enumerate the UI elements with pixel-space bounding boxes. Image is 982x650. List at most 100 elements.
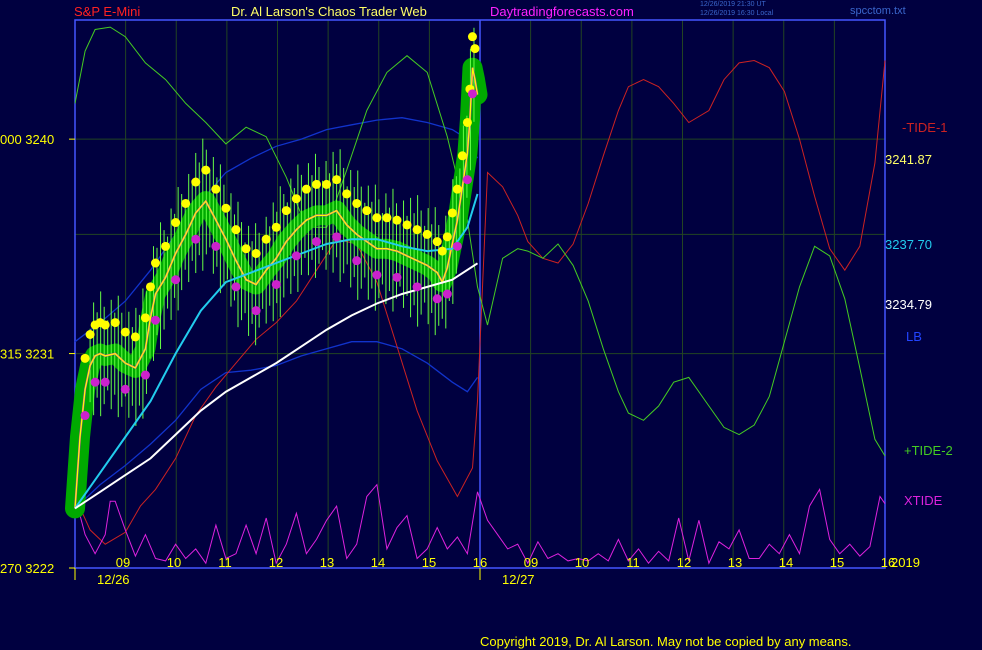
swing-low-dot bbox=[392, 272, 402, 282]
swing-low-dot bbox=[120, 384, 130, 394]
chart-title: Dr. Al Larson's Chaos Trader Web bbox=[231, 4, 427, 19]
site-link[interactable]: Daytradingforecasts.com bbox=[490, 4, 634, 19]
swing-low-dot bbox=[231, 282, 241, 292]
x-tick-label: 16 bbox=[473, 555, 487, 570]
swing-high-dot bbox=[251, 248, 261, 258]
right-label: LB bbox=[906, 329, 922, 344]
x-tick-label: 09 bbox=[116, 555, 130, 570]
swing-high-dot bbox=[161, 241, 171, 251]
swing-high-dot bbox=[231, 225, 241, 235]
x-year-label: 2019 bbox=[891, 555, 920, 570]
swing-high-dot bbox=[467, 32, 477, 42]
swing-high-dot bbox=[241, 244, 251, 254]
swing-high-dot bbox=[412, 225, 422, 235]
swing-high-dot bbox=[382, 213, 392, 223]
right-label: -TIDE-1 bbox=[902, 120, 948, 135]
swing-high-dot bbox=[150, 258, 160, 268]
x-tick-label: 13 bbox=[728, 555, 742, 570]
y-tick-label: 315 3231 bbox=[0, 347, 54, 362]
swing-low-dot bbox=[372, 270, 382, 280]
instrument-title: S&P E-Mini bbox=[74, 4, 141, 19]
swing-high-dot bbox=[392, 215, 402, 225]
swing-low-dot bbox=[311, 237, 321, 247]
swing-high-dot bbox=[452, 184, 462, 194]
swing-high-dot bbox=[332, 175, 342, 185]
right-label: XTIDE bbox=[904, 493, 943, 508]
x-tick-label: 12 bbox=[269, 555, 283, 570]
swing-low-dot bbox=[140, 370, 150, 380]
swing-high-dot bbox=[470, 44, 480, 54]
swing-low-dot bbox=[251, 306, 261, 316]
x-tick-label: 11 bbox=[218, 555, 232, 570]
x-tick-label: 13 bbox=[320, 555, 334, 570]
swing-high-dot bbox=[322, 179, 332, 189]
swing-high-dot bbox=[437, 246, 447, 256]
swing-low-dot bbox=[332, 232, 342, 242]
swing-high-dot bbox=[171, 218, 181, 228]
swing-low-dot bbox=[150, 315, 160, 325]
right-label: 3234.79 bbox=[885, 297, 932, 312]
swing-low-dot bbox=[90, 377, 100, 387]
swing-high-dot bbox=[191, 177, 201, 187]
swing-high-dot bbox=[442, 232, 452, 242]
swing-high-dot bbox=[291, 194, 301, 204]
swing-high-dot bbox=[85, 330, 95, 340]
x-tick-label: 15 bbox=[830, 555, 844, 570]
swing-high-dot bbox=[80, 353, 90, 363]
date-label: 12/26 bbox=[97, 572, 130, 587]
swing-low-dot bbox=[442, 289, 452, 299]
swing-high-dot bbox=[457, 151, 467, 161]
tide-chart: 000 3240 315 3231 270 3222 09 10 11 12 13 14 15 16… bbox=[0, 19, 953, 587]
swing-high-dot bbox=[130, 332, 140, 342]
x-tick-label: 14 bbox=[371, 555, 385, 570]
swing-low-dot bbox=[271, 279, 281, 289]
date-label: 12/27 bbox=[502, 572, 535, 587]
swing-high-dot bbox=[211, 184, 221, 194]
swing-high-dot bbox=[110, 318, 120, 328]
swing-high-dot bbox=[145, 282, 155, 292]
swing-low-dot bbox=[432, 294, 442, 304]
swing-high-dot bbox=[281, 206, 291, 216]
swing-high-dot bbox=[372, 213, 382, 223]
x-tick-label: 12 bbox=[677, 555, 691, 570]
x-tick-label: 10 bbox=[167, 555, 181, 570]
swing-low-dot bbox=[191, 234, 201, 244]
swing-high-dot bbox=[402, 220, 412, 230]
stamp-local: 12/26/2019 16:30 Local bbox=[700, 10, 774, 17]
swing-high-dot bbox=[422, 229, 432, 239]
swing-low-dot bbox=[171, 275, 181, 285]
data-file: spcctom.txt bbox=[850, 5, 906, 17]
copyright: Copyright 2019, Dr. Al Larson. May not b… bbox=[480, 634, 852, 649]
swing-low-dot bbox=[352, 256, 362, 266]
swing-high-dot bbox=[100, 320, 110, 330]
swing-high-dot bbox=[462, 117, 472, 127]
swing-high-dot bbox=[362, 206, 372, 216]
right-label: +TIDE-2 bbox=[904, 443, 953, 458]
swing-low-dot bbox=[291, 251, 301, 261]
swing-high-dot bbox=[201, 165, 211, 175]
swing-low-dot bbox=[412, 282, 422, 292]
swing-high-dot bbox=[447, 208, 457, 218]
swing-high-dot bbox=[432, 237, 442, 247]
stamp-utc: 12/26/2019 21:30 UT bbox=[700, 1, 766, 8]
x-tick-label: 09 bbox=[524, 555, 538, 570]
swing-low-dot bbox=[211, 241, 221, 251]
x-tick-label: 15 bbox=[422, 555, 436, 570]
swing-high-dot bbox=[301, 184, 311, 194]
swing-high-dot bbox=[342, 189, 352, 199]
swing-low-dot bbox=[467, 89, 477, 99]
swing-low-dot bbox=[100, 377, 110, 387]
right-label: 3237.70 bbox=[885, 237, 932, 252]
swing-low-dot bbox=[462, 175, 472, 185]
x-tick-label: 11 bbox=[626, 555, 640, 570]
swing-high-dot bbox=[221, 203, 231, 213]
swing-low-dot bbox=[80, 411, 90, 421]
x-tick-label: 10 bbox=[575, 555, 589, 570]
swing-high-dot bbox=[261, 234, 271, 244]
swing-low-dot bbox=[452, 241, 462, 251]
x-tick-label: 14 bbox=[779, 555, 793, 570]
right-label: 3241.87 bbox=[885, 152, 932, 167]
swing-high-dot bbox=[271, 222, 281, 232]
y-tick-label: 270 3222 bbox=[0, 561, 54, 576]
swing-high-dot bbox=[352, 198, 362, 208]
